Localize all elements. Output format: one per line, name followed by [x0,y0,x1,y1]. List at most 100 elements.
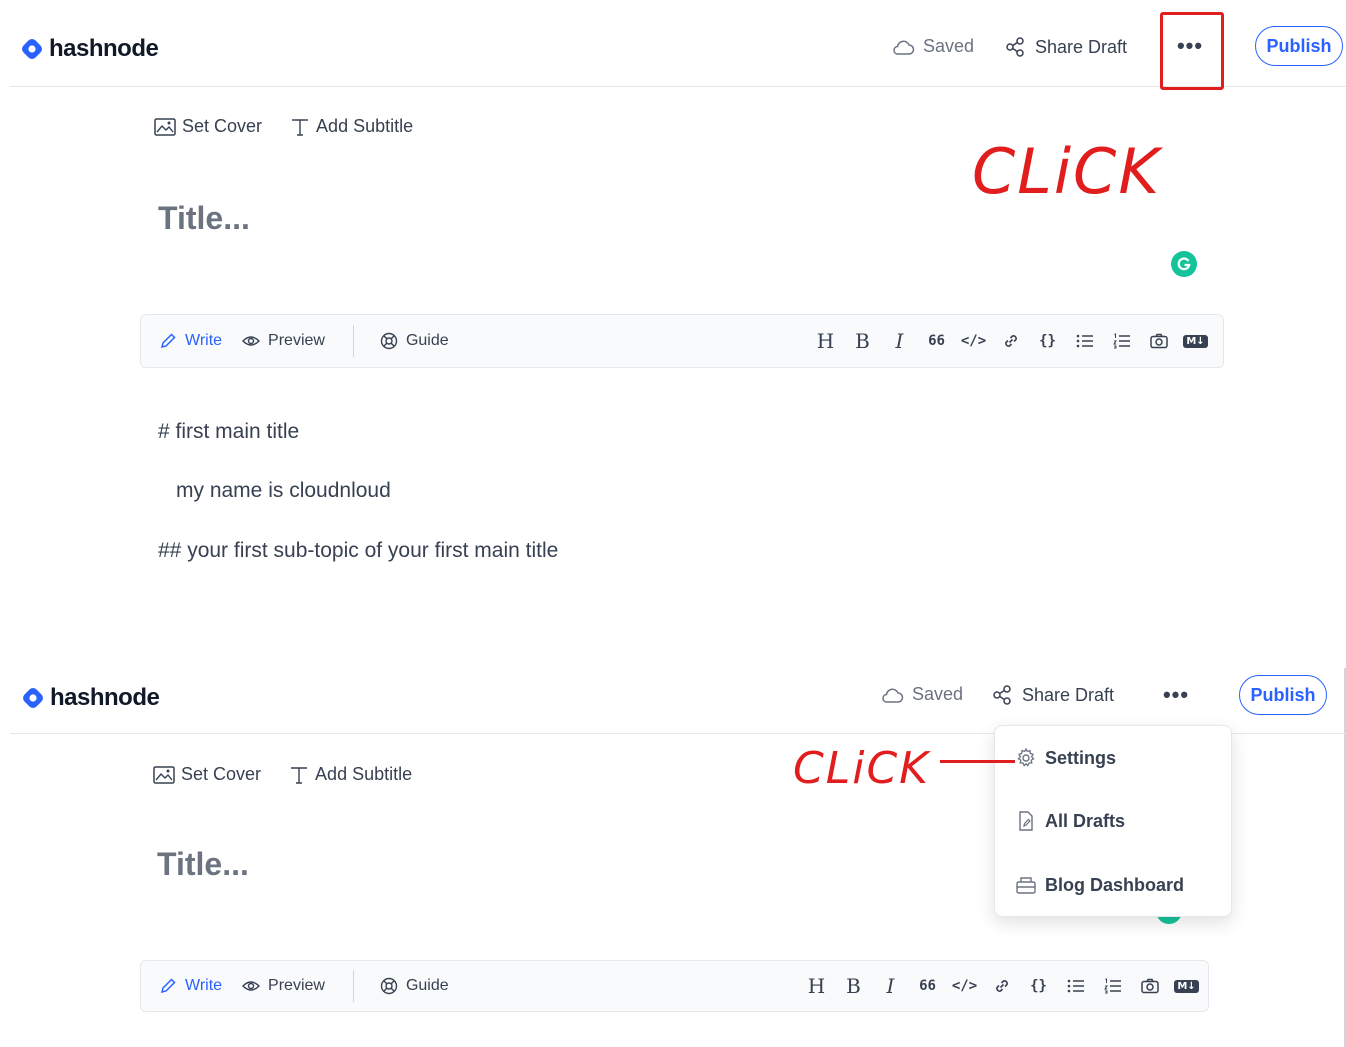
set-cover-label: Set Cover [182,116,263,136]
numbered-list-icon [1112,333,1130,349]
format-buttons: H B I 66 </> {} M↓ [807,315,1214,367]
brand-name: hashnode [49,35,159,62]
guide-button[interactable]: Guide [380,977,449,995]
inline-code-button[interactable]: </> [946,978,983,994]
image-icon [154,117,176,136]
preview-tab[interactable]: Preview [242,977,325,995]
eye-icon [242,336,261,346]
add-subtitle-label: Add Subtitle [315,764,413,784]
saved-status: Saved [880,684,963,705]
camera-icon [1149,333,1168,349]
cover-actions: Set Cover Add Subtitle [153,764,412,785]
numbered-list-button[interactable] [1094,978,1131,994]
markdown-button[interactable]: M↓ [1177,334,1214,348]
lifebuoy-icon [380,332,398,350]
cloud-icon [893,40,915,55]
bullet-list-button[interactable] [1066,333,1103,349]
editor-header: hashnode Saved Share Draft ••• Publish [10,648,1346,734]
hashnode-logo[interactable]: hashnode [21,684,160,712]
annotation-arrow-line [940,760,1015,763]
italic-button[interactable]: I [872,974,909,998]
share-icon [1006,37,1024,57]
menu-item-all-drafts[interactable]: All Drafts [1015,810,1125,832]
share-draft-button[interactable]: Share Draft [1005,36,1127,58]
guide-button[interactable]: Guide [380,332,449,350]
toolbar-divider [352,325,354,357]
publish-label: Publish [1266,35,1332,56]
grammarly-icon[interactable] [1171,251,1197,277]
link-button[interactable] [992,332,1029,350]
saved-label: Saved [923,36,975,56]
text-icon [291,766,308,784]
annotation-click-text: CLiCK [972,135,1162,208]
add-subtitle-button[interactable]: Add Subtitle [290,116,413,137]
content-line-2[interactable]: my name is cloudnloud [176,479,391,503]
preview-label: Preview [268,332,325,349]
markdown-button[interactable]: M↓ [1168,979,1205,993]
bullet-list-icon [1076,334,1093,348]
more-options-menu: Settings All Drafts Blog Dashboard [994,725,1232,917]
top-screenshot: hashnode Saved Share Draft ••• Publish S… [0,0,1346,630]
bold-button[interactable]: B [844,329,881,353]
numbered-list-icon [1103,978,1121,994]
annotation-click-text: CLiCK [793,743,931,794]
hashnode-logo[interactable]: hashnode [20,35,159,63]
brand-name: hashnode [50,684,160,711]
markdown-icon: M↓ [1183,334,1208,348]
code-block-button[interactable]: {} [1029,333,1066,349]
share-draft-label: Share Draft [1035,36,1128,57]
dashboard-icon [1016,877,1036,894]
image-button[interactable] [1131,978,1168,994]
cloud-icon [882,688,904,703]
heading-button[interactable]: H [807,329,844,353]
lifebuoy-icon [380,977,398,995]
italic-button[interactable]: I [881,329,918,353]
annotation-highlight-box [1160,12,1224,90]
share-draft-button[interactable]: Share Draft [992,684,1114,706]
quote-button[interactable]: 66 [909,978,946,994]
publish-button[interactable]: Publish [1255,26,1343,66]
bullet-list-button[interactable] [1057,978,1094,994]
toolbar-divider [352,970,354,1002]
title-input[interactable]: Title... [158,200,250,237]
numbered-list-button[interactable] [1103,333,1140,349]
bold-button[interactable]: B [835,974,872,998]
eye-icon [242,981,261,991]
write-tab[interactable]: Write [159,332,222,350]
content-line-3[interactable]: ## your first sub-topic of your first ma… [158,539,558,563]
blog-dashboard-label: Blog Dashboard [1045,874,1185,895]
write-tab[interactable]: Write [159,977,222,995]
set-cover-button[interactable]: Set Cover [153,764,261,785]
set-cover-button[interactable]: Set Cover [154,116,262,137]
title-input[interactable]: Title... [157,846,249,883]
quote-button[interactable]: 66 [918,333,955,349]
pencil-icon [160,978,176,994]
menu-item-settings[interactable]: Settings [1015,747,1116,769]
bottom-screenshot: hashnode Saved Share Draft ••• Publish S… [0,648,1346,1047]
link-button[interactable] [983,977,1020,995]
bullet-list-icon [1067,979,1084,993]
publish-button[interactable]: Publish [1239,675,1327,715]
preview-tab[interactable]: Preview [242,332,325,350]
code-block-button[interactable]: {} [1020,978,1057,994]
share-draft-label: Share Draft [1022,684,1115,705]
menu-item-blog-dashboard[interactable]: Blog Dashboard [1015,874,1184,896]
publish-label: Publish [1250,684,1316,705]
camera-icon [1140,978,1159,994]
inline-code-button[interactable]: </> [955,333,992,349]
document-edit-icon [1019,811,1033,831]
editor-toolbar: Write Preview Guide H B I 66 </> {} M↓ [140,960,1209,1012]
share-icon [993,685,1011,705]
image-icon [153,765,175,784]
mode-tabs: Write Preview Guide [159,961,449,1011]
more-options-button[interactable]: ••• [1159,678,1193,712]
heading-button[interactable]: H [798,974,835,998]
write-label: Write [185,332,223,349]
add-subtitle-button[interactable]: Add Subtitle [289,764,412,785]
gear-icon [1017,747,1035,767]
content-line-1[interactable]: # first main title [158,420,299,444]
write-label: Write [185,977,223,994]
image-button[interactable] [1140,333,1177,349]
add-subtitle-label: Add Subtitle [316,116,414,136]
editor-header: hashnode Saved Share Draft ••• Publish [10,0,1346,87]
